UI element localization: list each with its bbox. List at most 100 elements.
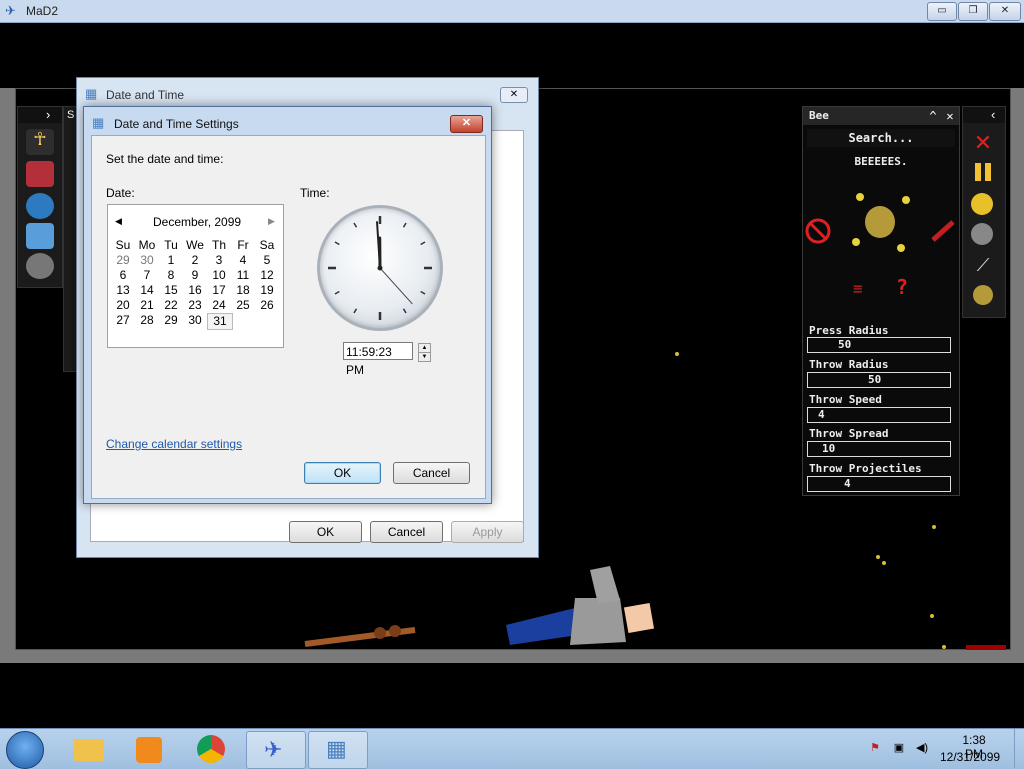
bee-particle [932, 525, 936, 529]
bee-tool-icon[interactable] [973, 285, 993, 305]
taskbar-media-player[interactable] [120, 731, 178, 767]
taskbar-chrome[interactable] [182, 731, 240, 767]
calendar-day[interactable]: 3 [207, 253, 231, 268]
expand-icon[interactable]: › [46, 107, 50, 122]
settings-icon[interactable] [971, 223, 993, 245]
calendar-day[interactable]: 4 [231, 253, 255, 268]
month-year-title[interactable]: December, 2099 [153, 215, 241, 229]
press-radius-label: Press Radius [809, 324, 888, 337]
calendar-day[interactable]: 10 [207, 268, 231, 283]
date-time-ok-button[interactable]: OK [289, 521, 362, 543]
gear-tool-icon[interactable] [26, 253, 54, 279]
delete-icon[interactable]: ✕ [971, 131, 995, 155]
press-radius-input[interactable]: 50 [807, 337, 951, 353]
taskbar-explorer[interactable] [60, 731, 118, 767]
prev-month-icon[interactable]: ◀ [115, 216, 122, 227]
calendar-day[interactable]: 9 [183, 268, 207, 283]
time-input[interactable]: 11:59:23 PM [343, 342, 413, 360]
help-icon: ? [896, 275, 908, 299]
date-time-close-button[interactable]: ✕ [500, 87, 528, 103]
calendar-day[interactable]: 22 [159, 298, 183, 313]
calendar-day[interactable]: 19 [255, 283, 279, 298]
calendar-day[interactable]: 2 [183, 253, 207, 268]
search-field[interactable]: Search... [807, 129, 955, 147]
item-preview: ≡ ? [803, 182, 959, 302]
left-toolbar: › ☥ [17, 106, 63, 288]
calendar-day[interactable]: 27 [111, 313, 135, 328]
calendar-day[interactable]: 20 [111, 298, 135, 313]
collapse-toolbar-icon[interactable]: ‹ [991, 107, 995, 122]
globe-tool-icon[interactable] [26, 193, 54, 219]
network-icon[interactable]: ▣ [892, 741, 906, 755]
calendar-day[interactable]: 26 [255, 298, 279, 313]
item-description: BEEEEES. [803, 155, 959, 168]
save-tool-icon[interactable] [26, 223, 54, 249]
date-time-apply-button[interactable]: Apply [451, 521, 524, 543]
pause-icon[interactable] [975, 163, 981, 181]
stopwatch-icon[interactable] [971, 193, 993, 215]
calendar-day[interactable]: 31 [207, 313, 233, 330]
action-center-icon[interactable]: ⚑ [868, 741, 882, 755]
calendar-day[interactable]: 29 [159, 313, 183, 328]
change-calendar-settings-link[interactable]: Change calendar settings [106, 437, 242, 451]
calendar-day[interactable]: 1 [159, 253, 183, 268]
taskbar-date-time[interactable]: ▦ [308, 731, 368, 769]
calendar-day[interactable]: 29 [111, 253, 135, 268]
start-button[interactable] [6, 731, 44, 769]
calendar-day[interactable]: 24 [207, 298, 231, 313]
chrome-icon [197, 735, 225, 763]
settings-close-button[interactable]: ✕ [450, 115, 483, 133]
calendar-day[interactable]: 12 [255, 268, 279, 283]
calendar-day[interactable]: 30 [135, 253, 159, 268]
bee-particle [675, 352, 679, 356]
blood-splatter [966, 645, 1006, 650]
settings-ok-button[interactable]: OK [304, 462, 381, 484]
calendar-day[interactable]: 8 [159, 268, 183, 283]
calendar-day[interactable]: 30 [183, 313, 207, 328]
throw-spread-label: Throw Spread [809, 427, 888, 440]
analog-clock [317, 205, 443, 331]
right-toolbar-header: ‹ [963, 107, 1005, 123]
calendar-day[interactable]: 17 [207, 283, 231, 298]
volume-icon[interactable]: ◀) [915, 741, 929, 755]
time-spin-down-button[interactable]: ▼ [418, 352, 431, 362]
calendar-day[interactable]: 11 [231, 268, 255, 283]
calendar-icon: ▦ [85, 86, 97, 102]
collapse-icon[interactable]: ^ [925, 108, 941, 124]
calendar-day[interactable]: 28 [135, 313, 159, 328]
calendar-day[interactable]: 23 [183, 298, 207, 313]
calendar: ◀ December, 2099 ▶ SuMoTuWeThFrSa2930123… [107, 204, 284, 348]
calendar-day[interactable]: 25 [231, 298, 255, 313]
calendar-day[interactable]: 7 [135, 268, 159, 283]
ragdoll-character [506, 566, 654, 645]
next-month-icon[interactable]: ▶ [268, 216, 275, 227]
calendar-day[interactable]: 14 [135, 283, 159, 298]
calendar-day[interactable]: 6 [111, 268, 135, 283]
calendar-day[interactable]: 13 [111, 283, 135, 298]
date-label: Date: [106, 186, 135, 200]
settings-cancel-button[interactable]: Cancel [393, 462, 470, 484]
calendar-day[interactable]: 5 [255, 253, 279, 268]
throw-speed-input[interactable]: 4 [807, 407, 951, 423]
book-tool-icon[interactable] [26, 161, 54, 187]
show-desktop-button[interactable] [1014, 729, 1024, 768]
throw-projectiles-input[interactable]: 4 [807, 476, 951, 492]
bee-particle [930, 614, 934, 618]
clock-tick [335, 242, 339, 245]
bee-particle [942, 645, 946, 649]
taskbar-date[interactable]: 12/31/2099 [940, 750, 1000, 764]
clock-center [378, 266, 383, 271]
throw-radius-input[interactable]: 50 [807, 372, 951, 388]
people-tool-icon[interactable]: ☥ [26, 129, 54, 155]
throw-spread-input[interactable]: 10 [807, 441, 951, 457]
date-time-cancel-button[interactable]: Cancel [370, 521, 443, 543]
calendar-day[interactable]: 21 [135, 298, 159, 313]
calendar-day[interactable]: 16 [183, 283, 207, 298]
knife-icon[interactable]: ⟋ [971, 253, 995, 277]
taskbar-mad2[interactable]: ✈ [246, 731, 306, 769]
close-icon[interactable]: ✕ [942, 108, 958, 124]
calendar-day[interactable]: 18 [231, 283, 255, 298]
clock-tick [421, 292, 425, 295]
clock-tick [404, 309, 407, 313]
calendar-day[interactable]: 15 [159, 283, 183, 298]
